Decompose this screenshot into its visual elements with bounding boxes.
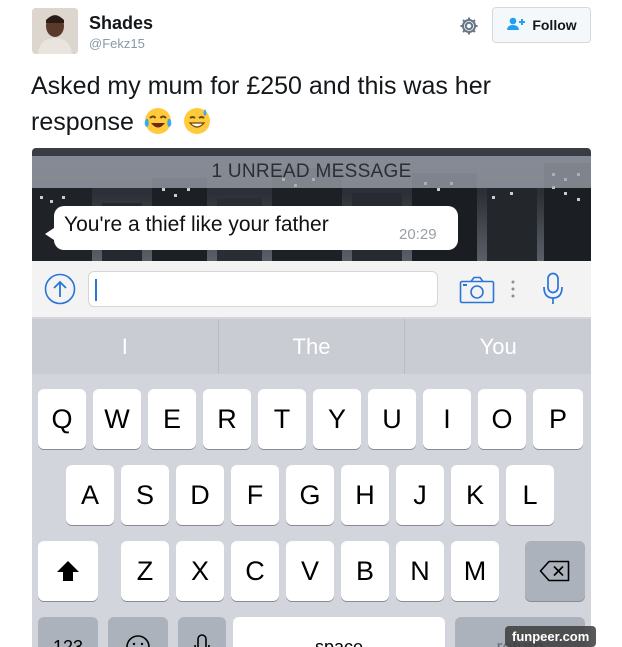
emoji-key[interactable] [108,617,168,647]
key-s[interactable]: S [121,465,169,525]
microphone-icon [194,634,210,647]
keyboard: Q W E R T Y U I O P A S D F G H J K L Z … [32,374,591,647]
key-c[interactable]: C [231,541,279,601]
gear-icon[interactable] [458,15,480,37]
smiley-icon [126,635,150,647]
key-l[interactable]: L [506,465,554,525]
key-o[interactable]: O [478,389,526,449]
suggestion-1[interactable]: I [32,319,219,374]
key-h[interactable]: H [341,465,389,525]
key-z[interactable]: Z [121,541,169,601]
key-e[interactable]: E [148,389,196,449]
key-i[interactable]: I [423,389,471,449]
key-w[interactable]: W [93,389,141,449]
unread-banner: 1 UNREAD MESSAGE [32,156,591,188]
key-q[interactable]: Q [38,389,86,449]
key-v[interactable]: V [286,541,334,601]
space-key[interactable]: space [233,617,445,647]
more-dots-icon[interactable] [510,279,516,299]
grin-sweat-emoji-icon [182,106,212,146]
watermark: funpeer.com [505,626,597,647]
key-m[interactable]: M [451,541,499,601]
message-text: You're a thief like your father [64,213,329,236]
message-input[interactable] [88,271,438,307]
text-caret [95,279,97,301]
compose-bar [32,261,591,318]
backspace-icon [539,560,570,582]
key-u[interactable]: U [368,389,416,449]
key-t[interactable]: T [258,389,306,449]
attached-screenshot[interactable]: 1 UNREAD MESSAGE You're a thief like you… [32,148,591,647]
key-a[interactable]: A [66,465,114,525]
tears-of-joy-emoji-icon [143,106,173,146]
tweet-body: Asked my mum for £250 and this was her r… [31,72,491,136]
key-f[interactable]: F [231,465,279,525]
suggestion-3[interactable]: You [405,319,591,374]
backspace-key[interactable] [525,541,585,601]
key-k[interactable]: K [451,465,499,525]
dictation-key[interactable] [178,617,226,647]
message-time: 20:29 [399,226,437,243]
numbers-key[interactable]: 123 [38,617,98,647]
suggestion-2[interactable]: The [219,319,406,374]
user-handle[interactable]: @Fekz15 [89,36,145,51]
tweet-text: Asked my mum for £250 and this was her r… [31,68,571,146]
key-r[interactable]: R [203,389,251,449]
key-x[interactable]: X [176,541,224,601]
shift-key[interactable] [38,541,98,601]
add-user-icon [506,17,526,34]
shift-arrow-icon [57,561,79,581]
key-n[interactable]: N [396,541,444,601]
key-y[interactable]: Y [313,389,361,449]
predictive-bar: I The You [32,319,591,374]
key-g[interactable]: G [286,465,334,525]
upload-icon[interactable] [44,273,76,305]
key-j[interactable]: J [396,465,444,525]
key-b[interactable]: B [341,541,389,601]
avatar[interactable] [32,8,78,54]
microphone-icon[interactable] [541,272,565,306]
follow-label: Follow [532,17,577,33]
key-p[interactable]: P [533,389,583,449]
display-name[interactable]: Shades [89,13,153,34]
key-d[interactable]: D [176,465,224,525]
follow-button[interactable]: Follow [492,7,591,43]
camera-icon[interactable] [459,276,495,304]
